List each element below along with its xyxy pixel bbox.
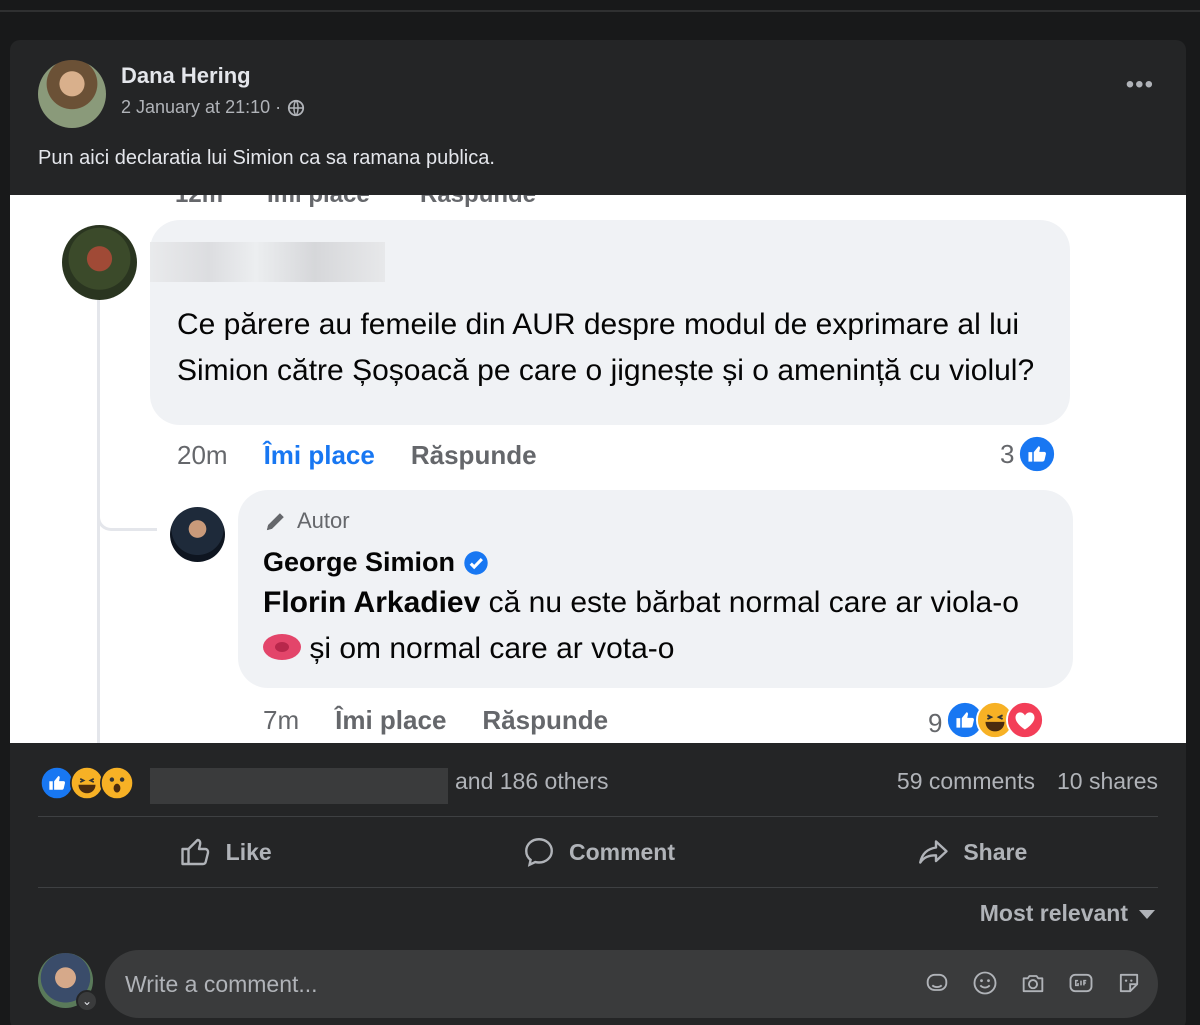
share-label: Share <box>963 838 1028 865</box>
reply-reaction-count: 9 <box>928 708 943 738</box>
comment-bubble: Ce părere au femeile din AUR despre modu… <box>150 220 1070 425</box>
author-badge-label: Autor <box>297 508 350 533</box>
comment-reactions: 3 <box>1000 435 1057 473</box>
author-badge: Autor <box>263 508 350 534</box>
author-avatar[interactable] <box>38 60 106 128</box>
comment-icon <box>525 838 553 867</box>
post-actions: Like Comment Share <box>38 817 1158 887</box>
comment-like: Îmi place <box>263 440 375 470</box>
comments-count[interactable]: 59 comments <box>897 768 1035 795</box>
divider <box>38 887 1158 888</box>
reply-text: Florin Arkadiev că nu este bărbat normal… <box>263 580 1063 672</box>
comment-text: Ce părere au femeile din AUR despre modu… <box>177 308 1035 387</box>
sticker-icon[interactable] <box>1114 968 1144 998</box>
share-button[interactable]: Share <box>785 817 1158 887</box>
reply-like: Îmi place <box>335 705 447 735</box>
comment-reply: Răspunde <box>410 440 537 470</box>
comment-time: 20m <box>177 440 228 470</box>
like-reaction-icon <box>40 766 74 800</box>
reply-reactions: 9 <box>928 701 1045 743</box>
commenter-avatar <box>62 225 137 300</box>
gif-icon[interactable] <box>1066 968 1096 998</box>
reply-actions: 7m Îmi place Răspunde <box>263 705 608 736</box>
comment-button[interactable]: Comment <box>411 817 784 887</box>
cut-reply: Răspunde <box>420 195 536 209</box>
reply-bubble: Autor George Simion Florin Arkadiev că n… <box>238 490 1073 688</box>
post-counts: 59 comments 10 shares <box>897 768 1158 795</box>
thumbs-up-icon <box>180 838 209 866</box>
sort-dropdown[interactable]: Most relevant <box>980 900 1156 927</box>
sort-label: Most relevant <box>979 900 1128 926</box>
tagged-name: Florin Arkadiev <box>263 586 481 619</box>
reactions-others[interactable]: and 186 others <box>455 768 608 795</box>
love-reaction-icon <box>1006 701 1045 743</box>
haha-reaction-icon <box>70 766 104 800</box>
reply-time: 7m <box>263 705 300 735</box>
post-card: Dana Hering 2 January at 21:10 · ••• Pun… <box>10 40 1186 1025</box>
reply-author-name: George Simion <box>263 547 456 577</box>
like-reaction-icon <box>1018 435 1057 473</box>
emoji-icon[interactable] <box>970 968 1000 998</box>
pen-icon <box>266 513 284 531</box>
comment-composer[interactable] <box>105 950 1158 1018</box>
comment-input[interactable] <box>125 950 885 1018</box>
camera-icon[interactable] <box>1018 968 1048 998</box>
reply-reply: Răspunde <box>482 705 609 735</box>
wow-reaction-icon <box>100 766 134 800</box>
like-button[interactable]: Like <box>38 817 411 887</box>
chevron-down-icon[interactable]: ⌄ <box>76 990 98 1012</box>
post-date[interactable]: 2 January at 21:10 · <box>121 97 281 118</box>
thread-connector <box>97 491 157 531</box>
reply-author: George Simion <box>263 547 489 578</box>
globe-icon <box>288 99 305 116</box>
like-label: Like <box>225 838 272 865</box>
reply-text-part2: și om normal care ar vota-o <box>301 632 675 665</box>
pig-emoji-icon <box>263 634 301 661</box>
share-icon <box>919 840 949 864</box>
embedded-screenshot[interactable]: 12m Îmi place Răspunde Ce părere au feme… <box>10 195 1186 743</box>
cut-time: 12m <box>175 195 223 209</box>
comment-actions: 20m Îmi place Răspunde <box>177 440 537 471</box>
reaction-count: 3 <box>1000 438 1015 469</box>
post-text: Pun aici declaratia lui Simion ca sa ram… <box>38 147 495 169</box>
composer-tools <box>922 968 1144 998</box>
cut-like: Îmi place <box>267 195 370 209</box>
caret-down-icon <box>1139 909 1155 919</box>
reply-text-part1: că nu este bărbat normal care ar viola-o <box>480 586 1019 619</box>
blurred-name <box>150 242 385 282</box>
post-reactions[interactable] <box>40 766 134 800</box>
top-divider <box>0 10 1200 12</box>
simion-avatar <box>170 507 225 562</box>
verified-icon <box>464 550 488 575</box>
avatar-sticker-icon[interactable] <box>922 968 952 998</box>
author-name[interactable]: Dana Hering <box>121 63 251 89</box>
comment-label: Comment <box>568 838 676 865</box>
post-meta: 2 January at 21:10 · <box>121 97 305 118</box>
blurred-reactor-names <box>150 768 448 804</box>
shares-count[interactable]: 10 shares <box>1057 768 1158 795</box>
more-options-icon[interactable]: ••• <box>1126 73 1154 97</box>
